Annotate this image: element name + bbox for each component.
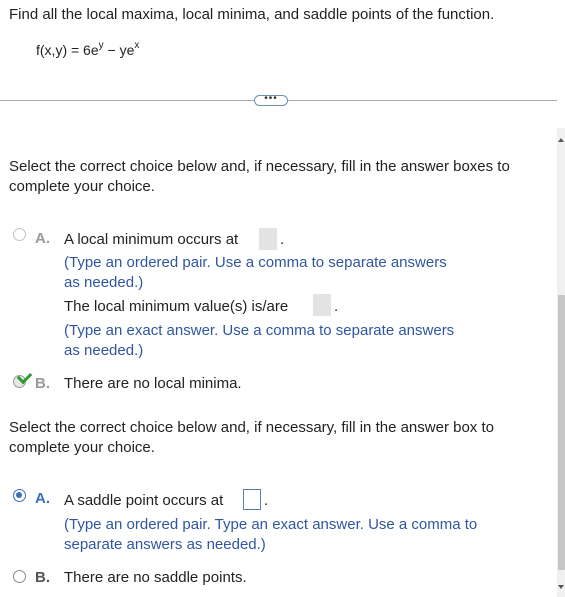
option-b-text: There are no saddle points.	[64, 569, 247, 586]
option-letter: B.	[35, 375, 50, 392]
part1-instruction: Select the correct choice below and, if …	[9, 158, 510, 195]
option-a-text: A local minimum occurs at	[64, 231, 239, 248]
option-letter: A.	[35, 490, 50, 507]
option-letter: A.	[35, 230, 50, 247]
radio-part1-a[interactable]	[13, 228, 26, 241]
local-min-point-box[interactable]	[259, 228, 277, 250]
option-a-text: A saddle point occurs at	[64, 492, 224, 509]
function-formula: f(x,y) = 6ey − yex	[36, 40, 140, 58]
hint-text: (Type an ordered pair. Use a comma to se…	[64, 254, 447, 291]
radio-part2-a[interactable]	[13, 489, 26, 502]
scroll-up-arrow-icon[interactable]	[558, 138, 564, 142]
option-a-text-2: The local minimum value(s) is/are	[64, 298, 289, 315]
local-min-value-box[interactable]	[313, 294, 331, 316]
option-letter: B.	[35, 569, 50, 586]
question-prompt: Find all the local maxima, local minima,…	[9, 6, 495, 23]
period: .	[264, 492, 269, 509]
hint-text: (Type an ordered pair. Type an exact ans…	[64, 516, 478, 553]
saddle-point-input[interactable]	[243, 489, 261, 510]
period: .	[280, 231, 285, 248]
part2-instruction: Select the correct choice below and, if …	[9, 419, 494, 456]
option-b-text: There are no local minima.	[64, 375, 242, 392]
scrollbar-thumb[interactable]	[558, 295, 565, 570]
scroll-down-arrow-icon[interactable]	[558, 585, 564, 589]
period: .	[334, 298, 339, 315]
radio-part2-b[interactable]	[13, 570, 26, 583]
hint-text: (Type an exact answer. Use a comma to se…	[64, 322, 455, 359]
expand-button[interactable]: •••	[254, 94, 288, 106]
